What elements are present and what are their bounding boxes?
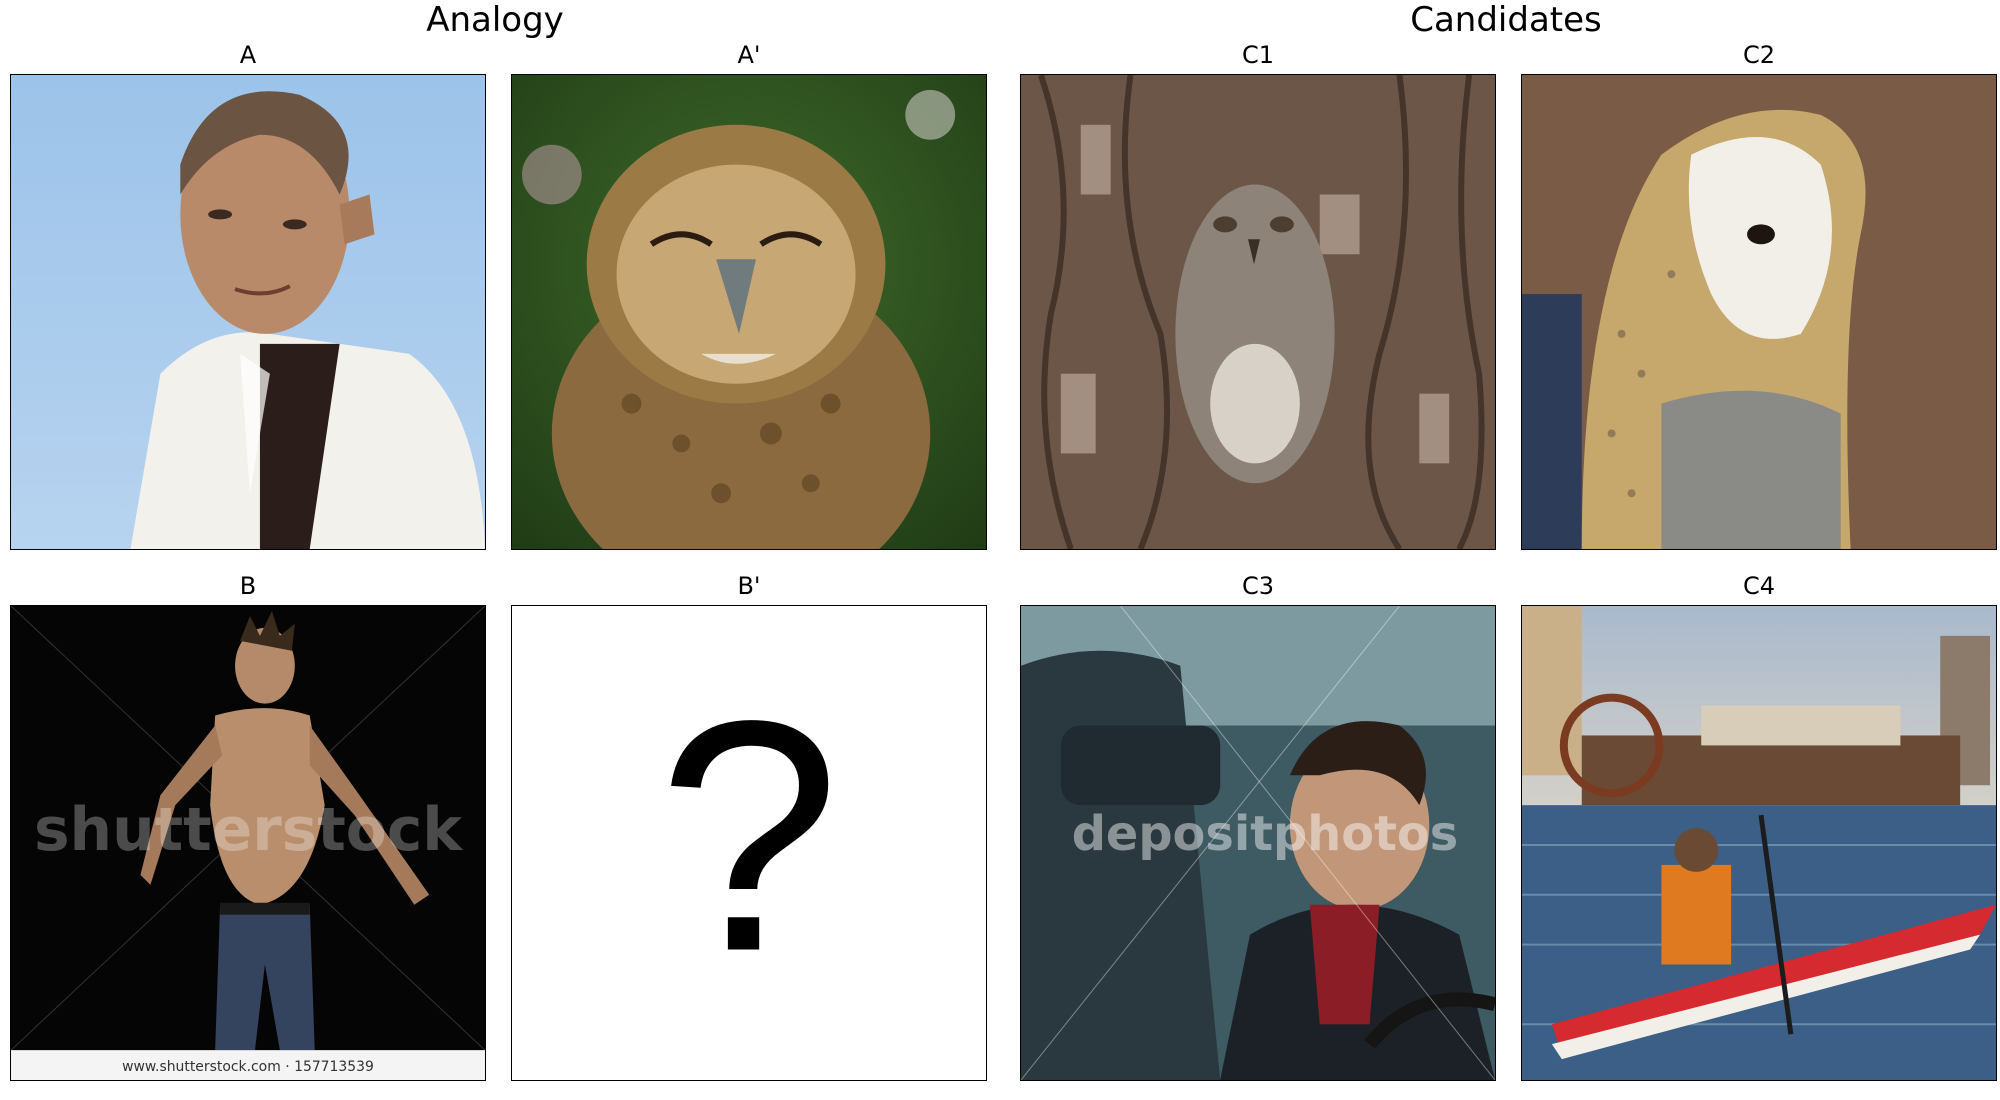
question-mark-glyph: ? (658, 653, 841, 1020)
candidates-title: Candidates (1410, 0, 1602, 40)
panel-label-a-prime: A' (737, 41, 761, 69)
image-a-prime-owl (511, 74, 987, 550)
panel-label-a: A (239, 41, 257, 69)
image-c4-kayaker (1521, 605, 1997, 1081)
image-a-man-portrait (10, 74, 486, 550)
depositphotos-watermark: depositphotos (1072, 807, 1458, 862)
panel-label-b-prime: B' (737, 572, 761, 600)
panel-label-c1: C1 (1241, 41, 1275, 69)
image-b-stock-man: shutterstock www.shutterstock.com · 1577… (10, 605, 486, 1081)
panel-label-c2: C2 (1742, 41, 1776, 69)
panel-label-c4: C4 (1742, 572, 1776, 600)
image-b-prime-unknown: ? (511, 605, 987, 1081)
shutterstock-footer: www.shutterstock.com · 157713539 (122, 1059, 374, 1075)
image-c1-owl-in-bark (1020, 74, 1496, 550)
panel-label-b: B (239, 572, 257, 600)
image-c2-barn-owl (1521, 74, 1997, 550)
image-c3-man-driving: depositphotos (1020, 605, 1496, 1081)
panel-label-c3: C3 (1241, 572, 1275, 600)
shutterstock-watermark: shutterstock (34, 796, 463, 865)
analogy-title: Analogy (426, 0, 564, 40)
